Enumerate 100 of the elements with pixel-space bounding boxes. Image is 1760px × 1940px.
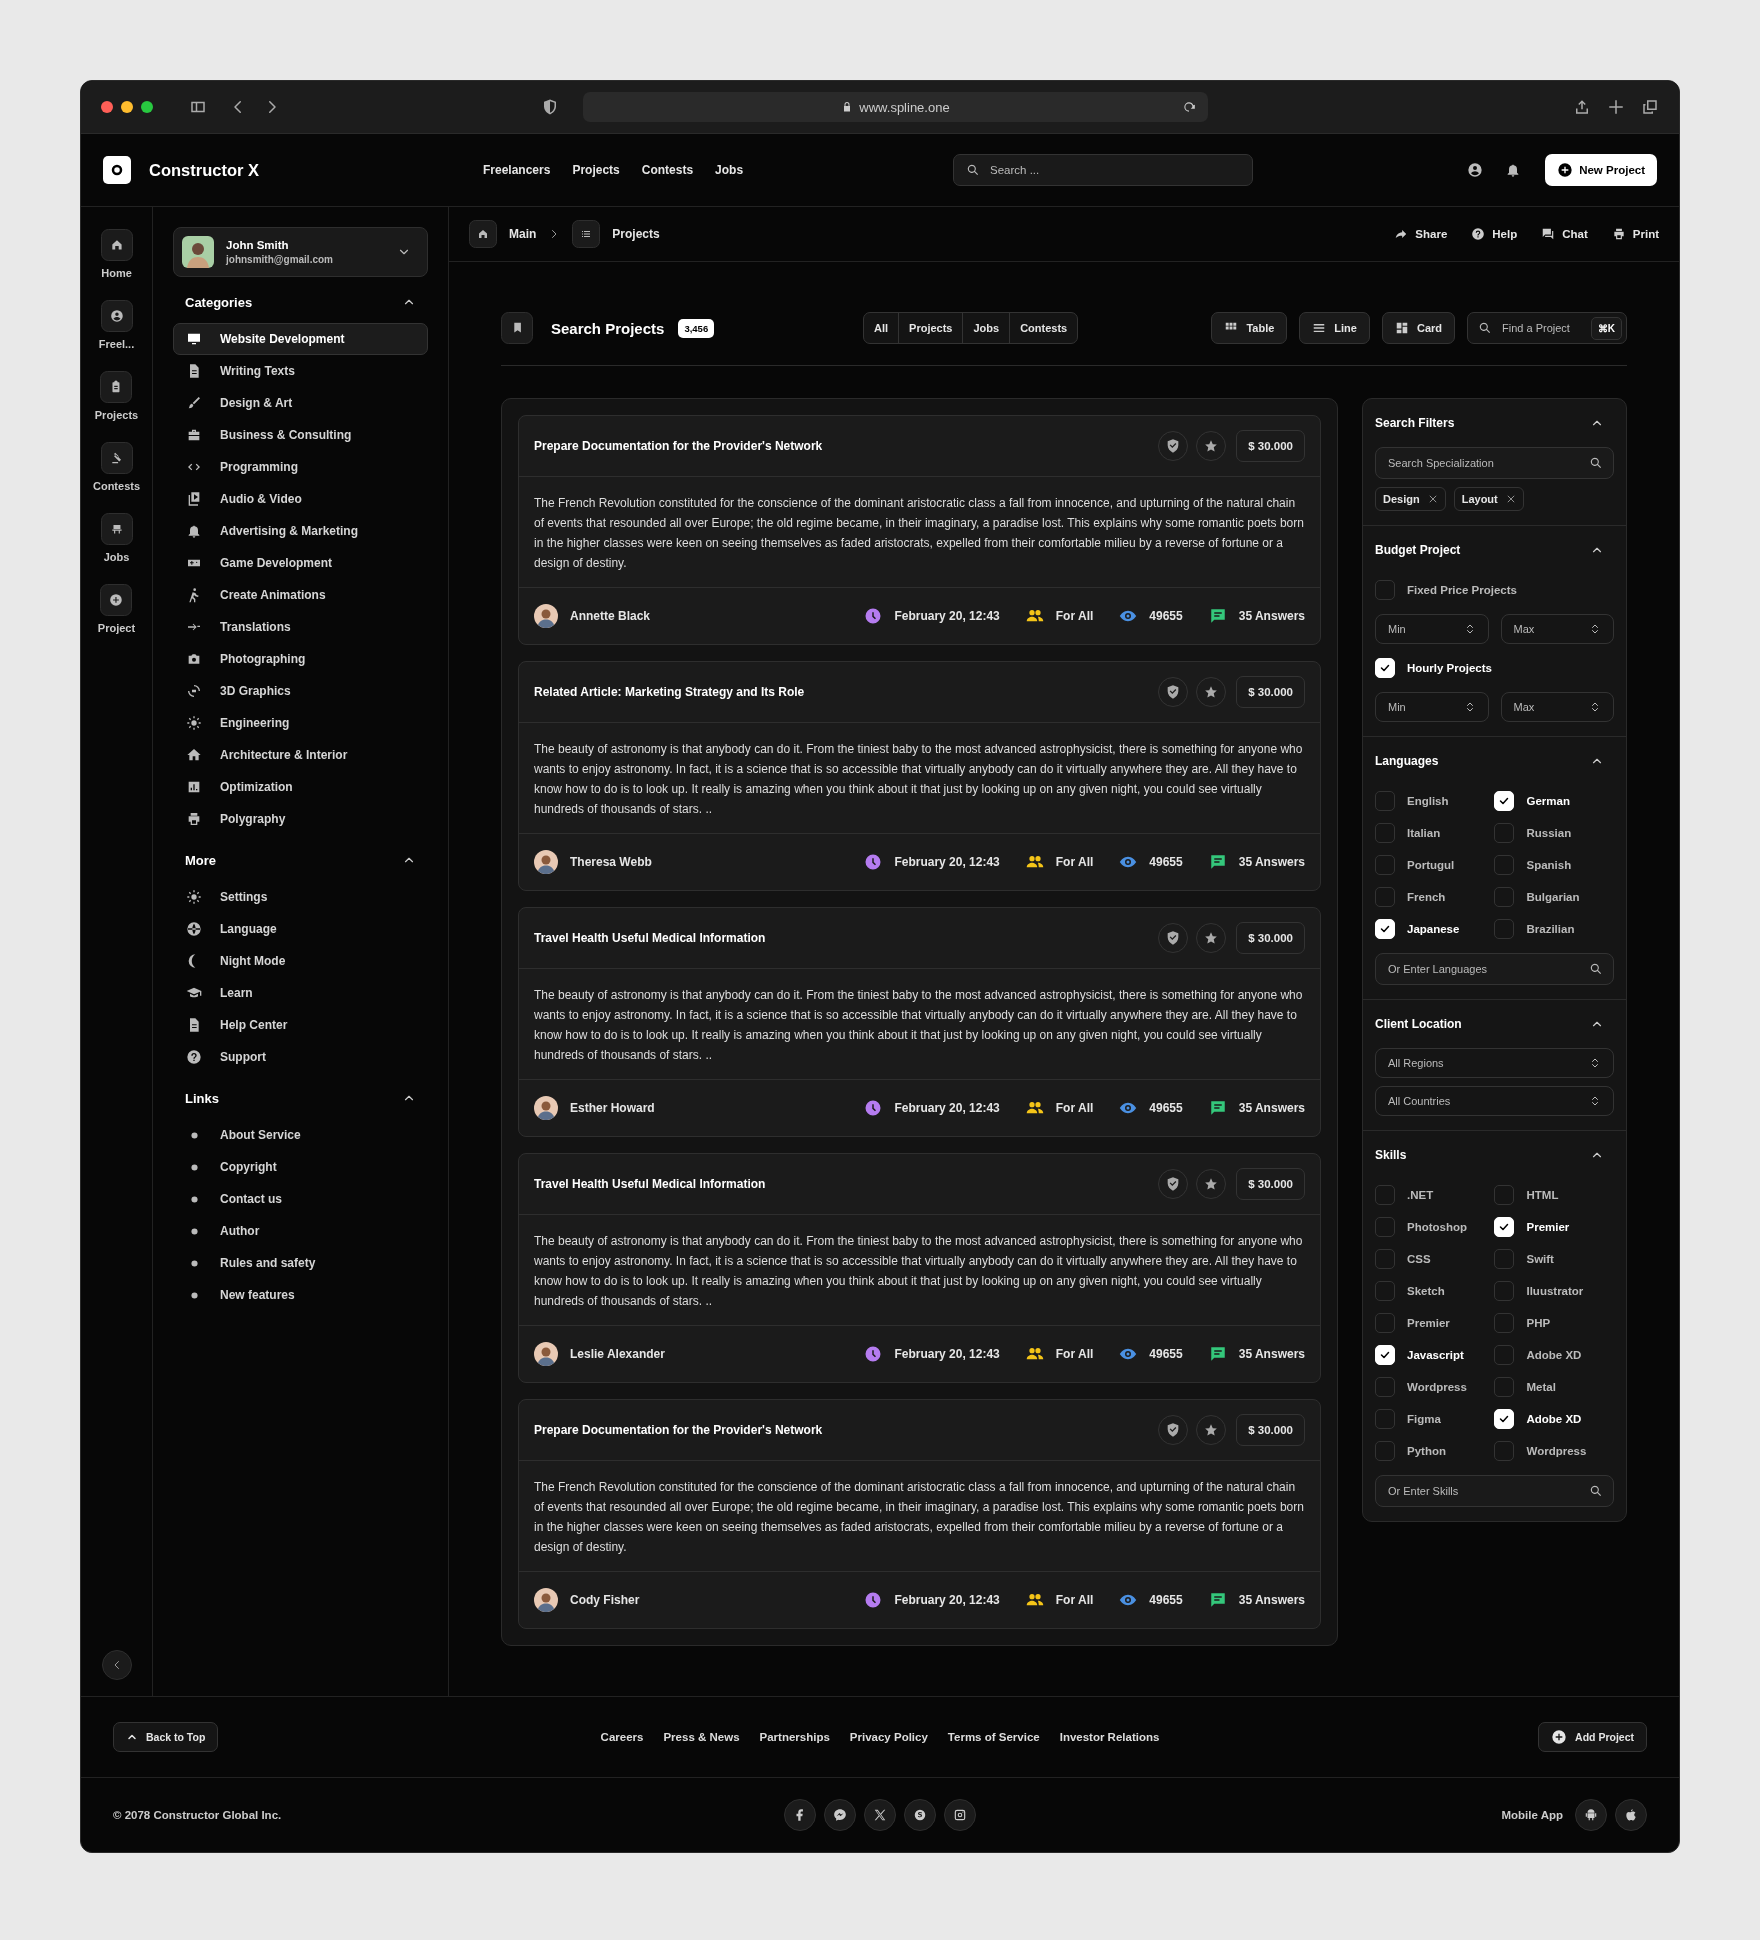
checkbox-label[interactable]: Russian (1526, 827, 1572, 839)
filter-tag[interactable]: Design (1375, 487, 1446, 511)
rail-label[interactable]: Project (97, 622, 136, 634)
author-name[interactable]: Esther Howard (570, 1101, 655, 1115)
social-button[interactable] (904, 1799, 936, 1831)
project-title[interactable]: Prepare Documentation for the Provider's Network (534, 439, 823, 453)
checkbox-label[interactable]: Premier (1407, 1317, 1450, 1329)
maximize-window-button[interactable] (141, 101, 153, 113)
new-project-button[interactable]: New Project (1545, 154, 1657, 186)
author-name[interactable]: Leslie Alexander (570, 1347, 665, 1361)
rail-button[interactable] (100, 513, 133, 545)
rail-button[interactable] (100, 584, 133, 616)
checkbox-label[interactable]: Brazilian (1526, 923, 1575, 935)
android-button[interactable] (1575, 1799, 1607, 1831)
max-select[interactable]: Max (1500, 614, 1614, 644)
breadcrumb-link[interactable]: Main (509, 227, 537, 241)
account-icon[interactable] (1467, 162, 1484, 178)
author-name[interactable]: Cody Fisher (570, 1593, 640, 1607)
rail-label[interactable]: Freel... (98, 338, 135, 350)
sidebar-item[interactable]: Copyright (173, 1151, 428, 1183)
checkbox[interactable] (1375, 1409, 1395, 1429)
answer-count[interactable]: 35 Answers (1238, 1593, 1305, 1607)
breadcrumb-link[interactable]: Projects (612, 227, 660, 241)
sidebar-item[interactable]: Language (173, 913, 428, 945)
rail-label[interactable]: Home (101, 267, 132, 279)
checkbox-label[interactable]: Hourly Projects (1407, 662, 1492, 674)
checkbox[interactable] (1494, 1345, 1515, 1365)
nav-link[interactable]: Freelancers (483, 163, 551, 177)
footer-link[interactable]: Partnerships (759, 1731, 830, 1743)
checkbox-label[interactable]: Wordpress (1526, 1445, 1587, 1457)
project-title[interactable]: Prepare Documentation for the Provider's Network (534, 1423, 823, 1437)
rail-button[interactable] (100, 442, 133, 474)
answer-count[interactable]: 35 Answers (1238, 609, 1305, 623)
checkbox-label[interactable]: Metal (1526, 1381, 1556, 1393)
sidebar-item[interactable]: Game Development (173, 547, 428, 579)
social-button[interactable] (864, 1799, 896, 1831)
new-tab-icon[interactable] (1607, 98, 1625, 116)
find-field[interactable]: Find a Project (1502, 322, 1581, 334)
enter-bar[interactable]: Or Enter Skills (1375, 1475, 1614, 1507)
share-icon[interactable] (1573, 98, 1591, 116)
checkbox[interactable] (1375, 1185, 1395, 1205)
close-icon[interactable] (1427, 494, 1438, 504)
checkbox-label[interactable]: CSS (1407, 1253, 1431, 1265)
answer-count[interactable]: 35 Answers (1238, 1347, 1305, 1361)
sidebar-item[interactable]: Audio & Video (173, 483, 428, 515)
sidebar-item[interactable]: Rules and safety (173, 1247, 428, 1279)
enter-field[interactable]: Or Enter Languages (1388, 963, 1589, 975)
sidebar-item[interactable]: Design & Art (173, 387, 428, 419)
sidebar-item[interactable]: Architecture & Interior (173, 739, 428, 771)
nav-link[interactable]: Projects (572, 163, 620, 177)
checkbox-label[interactable]: .NET (1407, 1189, 1434, 1201)
checkbox-label[interactable]: Italian (1407, 827, 1441, 839)
checkbox-label[interactable]: Bulgarian (1526, 891, 1580, 903)
rail-label[interactable]: Projects (94, 409, 139, 421)
answer-count[interactable]: 35 Answers (1238, 1101, 1305, 1115)
sidebar-item[interactable]: Learn (173, 977, 428, 1009)
footer-link[interactable]: Press & News (663, 1731, 740, 1743)
social-button[interactable] (944, 1799, 976, 1831)
url-text[interactable]: www.spline.one (859, 99, 950, 115)
sidebar-item[interactable]: Optimization (173, 771, 428, 803)
sidebar-item[interactable]: Programming (173, 451, 428, 483)
sidebar-item[interactable]: Translations (173, 611, 428, 643)
user-card[interactable]: John Smith johnsmith@gmail.com (173, 227, 428, 277)
checkbox-label[interactable]: Portugul (1407, 859, 1455, 871)
max-select[interactable]: Max (1500, 692, 1614, 722)
rail-button[interactable] (100, 229, 133, 261)
specialization-bar[interactable]: Search Specialization (1375, 447, 1614, 479)
checkbox[interactable] (1494, 1281, 1515, 1301)
checkbox-label[interactable]: Python (1407, 1445, 1446, 1457)
sidebar-item[interactable]: Writing Texts (173, 355, 428, 387)
footer-link[interactable]: Terms of Service (947, 1731, 1040, 1743)
specialization-field[interactable]: Search Specialization (1388, 457, 1589, 469)
action-link[interactable]: Share (1394, 227, 1448, 241)
minimize-window-button[interactable] (121, 101, 133, 113)
sidebar-item[interactable]: Settings (173, 881, 428, 913)
checkbox-label[interactable]: Adobe XD (1526, 1349, 1582, 1361)
view-button[interactable]: Card (1381, 312, 1455, 344)
sidebar-item[interactable]: New features (173, 1279, 428, 1311)
sidebar-item[interactable]: Business & Consulting (173, 419, 428, 451)
sidebar-item[interactable]: Create Animations (173, 579, 428, 611)
checkbox-label[interactable]: HTML (1526, 1189, 1559, 1201)
sidebar-item[interactable]: About Service (173, 1119, 428, 1151)
checkbox-label[interactable]: Javascript (1407, 1349, 1464, 1361)
find-bar[interactable]: Find a Project ⌘K (1467, 312, 1627, 344)
tabs-icon[interactable] (1641, 98, 1659, 116)
search-bar[interactable]: Search ... (953, 154, 1253, 186)
action-link[interactable]: Print (1611, 227, 1659, 241)
checkbox-label[interactable]: French (1407, 891, 1446, 903)
filter-tab[interactable]: Contests (1009, 313, 1078, 343)
shield-icon[interactable] (541, 98, 559, 116)
min-select[interactable]: Min (1375, 614, 1489, 644)
rail-button[interactable] (100, 300, 133, 332)
author-name[interactable]: Annette Black (570, 609, 651, 623)
checkbox-label[interactable]: Adobe XD (1526, 1413, 1582, 1425)
checkbox[interactable] (1375, 855, 1395, 875)
search-field[interactable]: Search ... (990, 164, 1240, 176)
checkbox[interactable] (1375, 823, 1395, 843)
checkbox[interactable] (1375, 791, 1395, 811)
checkbox-label[interactable]: Premier (1526, 1221, 1570, 1233)
project-title[interactable]: Travel Health Useful Medical Information (534, 931, 766, 945)
